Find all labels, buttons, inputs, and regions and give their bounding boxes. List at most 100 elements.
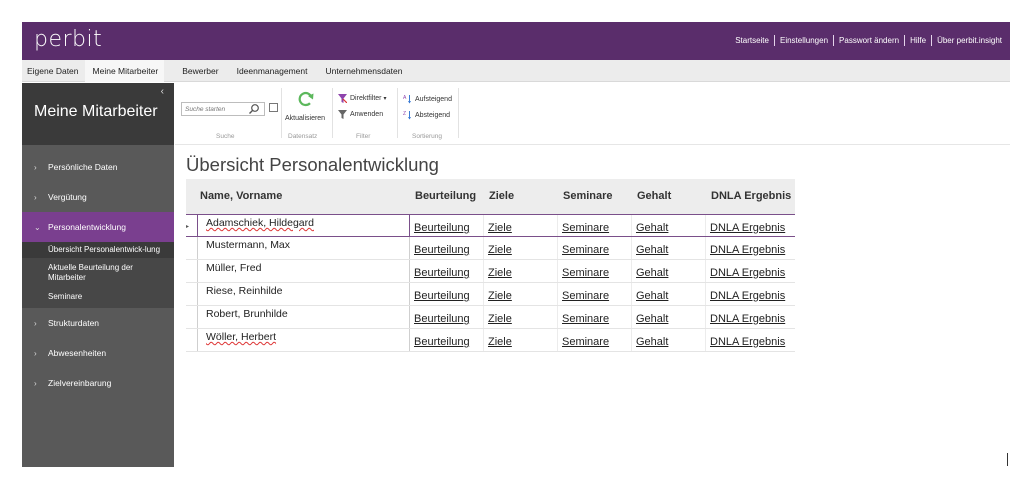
divider [397,88,398,138]
table-row[interactable]: Wöller, Herbert Beurteilung Ziele Semina… [186,329,795,352]
link-ziele[interactable]: Ziele [484,306,558,328]
link-seminare[interactable]: Seminare [558,215,632,236]
link-gehalt[interactable]: Gehalt [632,215,706,236]
module-tabs: Eigene Daten Meine Mitarbeiter Bewerber … [22,59,1010,82]
sort-descending-button[interactable]: Z Absteigend [403,110,450,120]
table-row[interactable]: Riese, Reinhilde Beurteilung Ziele Semin… [186,283,795,306]
sidebar-item-label: Persönliche Daten [48,162,118,172]
table-row[interactable]: Robert, Brunhilde Beurteilung Ziele Semi… [186,306,795,329]
top-link-startseite[interactable]: Startseite [735,36,769,45]
current-row-indicator-icon: ▸ [186,224,190,230]
name-text: Wöller, Herbert [206,331,277,343]
row-marker [186,306,197,328]
link-seminare[interactable]: Seminare [558,329,632,351]
tab-bewerber[interactable]: Bewerber [164,60,218,82]
svg-text:Z: Z [403,111,406,117]
link-seminare[interactable]: Seminare [558,306,632,328]
sidebar-item-abwesenheiten[interactable]: › Abwesenheiten [22,338,174,368]
link-gehalt[interactable]: Gehalt [632,329,706,351]
link-dnla-ergebnis[interactable]: DNLA Ergebnis [706,215,792,236]
link-seminare[interactable]: Seminare [558,260,632,282]
tab-eigene-daten[interactable]: Eigene Daten [22,60,85,82]
group-label-datensatz: Datensatz [288,133,318,140]
link-dnla-ergebnis[interactable]: DNLA Ergebnis [706,306,792,328]
name-text: Adamschiek, Hildegard [206,217,314,229]
sidebar-item-strukturdaten[interactable]: › Strukturdaten [22,308,174,338]
link-gehalt[interactable]: Gehalt [632,260,706,282]
perbit-logo[interactable]: perbit [34,27,102,52]
link-dnla-ergebnis[interactable]: DNLA Ergebnis [706,260,792,282]
sidebar-item-verguetung[interactable]: › Vergütung [22,182,174,212]
link-seminare[interactable]: Seminare [558,283,632,305]
table-row[interactable]: Müller, Fred Beurteilung Ziele Seminare … [186,260,795,283]
direct-filter-label: Direktfilter [350,95,382,102]
sidebar-title: Meine Mitarbeiter [34,103,158,120]
row-marker: ▸ [186,215,197,236]
sidebar-subitem-uebersicht[interactable]: Übersicht Personalentwick-lung [22,242,174,258]
sidebar-subitem-seminare[interactable]: Seminare [22,288,174,308]
link-ziele[interactable]: Ziele [484,237,558,259]
link-ziele[interactable]: Ziele [484,215,558,236]
collapse-icon[interactable]: ‹ [161,86,164,97]
link-beurteilung[interactable]: Beurteilung [410,237,484,259]
link-dnla-ergebnis[interactable]: DNLA Ergebnis [706,329,792,351]
group-label-sortierung: Sortierung [412,133,442,140]
tab-unternehmensdaten[interactable]: Unternehmensdaten [307,60,402,82]
column-header-seminare[interactable]: Seminare [558,179,632,214]
link-dnla-ergebnis[interactable]: DNLA Ergebnis [706,283,792,305]
link-ziele[interactable]: Ziele [484,283,558,305]
search-icon[interactable] [248,103,260,115]
top-link-passwort[interactable]: Passwort ändern [839,36,899,45]
text-cursor [1007,453,1008,466]
dropdown-arrow-icon: ▾ [383,96,387,102]
data-grid: Name, Vorname Beurteilung Ziele Seminare… [186,179,795,352]
column-header-gehalt[interactable]: Gehalt [632,179,706,214]
link-beurteilung[interactable]: Beurteilung [410,283,484,305]
chevron-right-icon: › [34,162,37,172]
link-gehalt[interactable]: Gehalt [632,283,706,305]
link-beurteilung[interactable]: Beurteilung [410,260,484,282]
divider [833,35,835,46]
cell-name: Wöller, Herbert [197,329,410,351]
link-ziele[interactable]: Ziele [484,260,558,282]
top-header: perbit Startseite Einstellungen Passwort… [22,22,1010,60]
table-row[interactable]: Mustermann, Max Beurteilung Ziele Semina… [186,237,795,260]
link-dnla-ergebnis[interactable]: DNLA Ergebnis [706,237,792,259]
top-link-ueber[interactable]: Über perbit.insight [937,36,1002,45]
link-seminare[interactable]: Seminare [558,237,632,259]
cell-name: Müller, Fred [197,260,410,282]
sort-ascending-button[interactable]: A Aufsteigend [403,94,452,104]
apply-filter-button[interactable]: Anwenden [338,110,383,119]
sidebar-item-label: Vergütung [48,192,87,202]
column-header-name[interactable]: Name, Vorname [186,179,410,214]
search-option-checkbox[interactable] [269,103,278,112]
refresh-icon[interactable] [297,90,315,108]
direct-filter-button[interactable]: Direktfilter ▾ [338,94,387,103]
column-header-beurteilung[interactable]: Beurteilung [410,179,484,214]
link-ziele[interactable]: Ziele [484,329,558,351]
cell-name: Riese, Reinhilde [197,283,410,305]
sidebar-subitem-aktuelle-beurteilung[interactable]: Aktuelle Beurteilung der Mitarbeiter [22,258,174,288]
sidebar: ‹ Meine Mitarbeiter › Persönliche Daten … [22,83,174,467]
link-gehalt[interactable]: Gehalt [632,237,706,259]
sidebar-item-personalentwicklung[interactable]: ⌄ Personalentwicklung [22,212,174,242]
table-row[interactable]: ▸ Adamschiek, Hildegard Beurteilung Ziel… [186,214,795,237]
tab-ideenmanagement[interactable]: Ideenmanagement [219,60,308,82]
sidebar-item-label: Zielvereinbarung [48,378,112,388]
link-beurteilung[interactable]: Beurteilung [410,215,484,236]
top-link-einstellungen[interactable]: Einstellungen [780,36,828,45]
sidebar-item-persoenliche-daten[interactable]: › Persönliche Daten [22,152,174,182]
page-title: Übersicht Personalentwicklung [186,154,439,175]
tab-meine-mitarbeiter[interactable]: Meine Mitarbeiter [84,59,165,82]
cell-name: Mustermann, Max [197,237,410,259]
link-beurteilung[interactable]: Beurteilung [410,329,484,351]
top-link-hilfe[interactable]: Hilfe [910,36,926,45]
link-beurteilung[interactable]: Beurteilung [410,306,484,328]
row-marker [186,260,197,282]
column-header-dnla[interactable]: DNLA Ergebnis [706,179,792,214]
link-gehalt[interactable]: Gehalt [632,306,706,328]
sidebar-item-zielvereinbarung[interactable]: › Zielvereinbarung [22,368,174,398]
top-navigation: Startseite Einstellungen Passwort ändern… [735,35,1002,46]
column-header-ziele[interactable]: Ziele [484,179,558,214]
refresh-button[interactable]: Aktualisieren [285,115,325,122]
